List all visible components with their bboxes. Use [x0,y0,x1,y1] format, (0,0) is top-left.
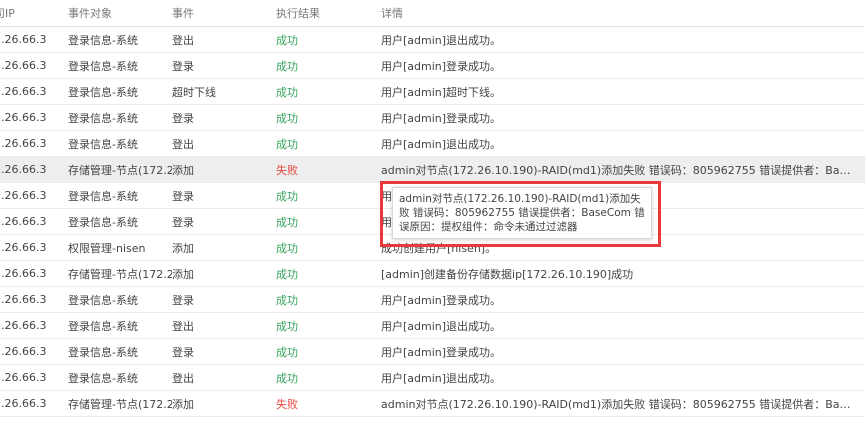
cell-result: 成功 [276,59,298,73]
table-row[interactable]: 2.26.66.3 登录信息-系统 登录 成功 用户[admin]登录成功。 [0,287,865,313]
cell-event: 登出 [172,371,194,385]
cell-ip: 2.26.66.3 [0,85,47,98]
cell-ip: 2.26.66.3 [0,241,47,254]
table-row[interactable]: 2.26.66.3 登录信息-系统 登录 成功 用户[admin]登录成功。 [0,105,865,131]
cell-ip: 2.26.66.3 [0,371,47,384]
cell-event: 添加 [172,241,194,255]
cell-ip: 2.26.66.3 [0,345,47,358]
table-row[interactable]: 2.26.66.3 存储管理-节点(172.2…添加 失败 admin对节点(172.… [0,391,865,417]
tooltip-text: admin对节点(172.26.10.190)-RAID(md1)添加失败 错误… [399,193,645,233]
cell-event: 登出 [172,33,194,47]
cell-detail[interactable]: 用户[admin]登录成功。 [381,292,856,308]
cell-event: 登录 [172,59,194,73]
cell-ip: 2.26.66.3 [0,59,47,72]
cell-ip: 2.26.66.3 [0,319,47,332]
cell-result: 失败 [276,397,298,411]
cell-target: 登录信息-系统 [68,137,138,151]
cell-event: 登录 [172,189,194,203]
cell-result: 失败 [276,163,298,177]
cell-result: 成功 [276,241,298,255]
table-row[interactable]: 2.26.66.3 登录信息-系统 登出 成功 用户[admin]退出成功。 [0,131,865,157]
cell-target: 登录信息-系统 [68,215,138,229]
cell-ip: 2.26.66.3 [0,397,47,410]
cell-target: 登录信息-系统 [68,319,138,333]
table-row[interactable]: 2.26.66.3 登录信息-系统 登录 成功 用户[admin]登录成功。 [0,339,865,365]
cell-target: 存储管理-节点(172.2… [68,397,172,411]
table-row[interactable]: 2.26.66.3 存储管理-节点(172.2…添加 成功 [admin]创建备份存储… [0,261,865,287]
table-row[interactable]: 2.26.66.3 登录信息-系统 登出 成功 用户[admin]退出成功。 [0,27,865,53]
cell-ip: 2.26.66.3 [0,267,47,280]
cell-event: 登录 [172,345,194,359]
cell-ip: 2.26.66.3 [0,215,47,228]
cell-ip: 2.26.66.3 [0,163,47,176]
cell-result: 成功 [276,345,298,359]
cell-event: 登录 [172,111,194,125]
table-row[interactable]: 2.26.66.3 存储管理-节点(172.2…添加 失败 admin对节点(172.… [0,157,865,183]
cell-result: 成功 [276,267,298,281]
table-row[interactable]: 2.26.66.3 登录信息-系统 登录 成功 用户[admin]登录成功。 [0,53,865,79]
cell-detail[interactable]: admin对节点(172.26.10.190)-RAID(md1)添加失败 错误… [381,396,856,412]
cell-event: 超时下线 [172,85,216,99]
cell-target: 登录信息-系统 [68,189,138,203]
table-row[interactable]: 2.26.66.3 登录信息-系统 超时下线 成功 用户[admin]超时下线。 [0,79,865,105]
column-header-ip[interactable]: 司IP [0,5,68,21]
cell-result: 成功 [276,293,298,307]
cell-event: 登出 [172,137,194,151]
cell-result: 成功 [276,189,298,203]
cell-result: 成功 [276,111,298,125]
cell-detail[interactable]: 用户[admin]退出成功。 [381,136,856,152]
cell-detail[interactable]: 用户[admin]退出成功。 [381,32,856,48]
cell-detail[interactable]: 成功创建用户[nisen]。 [381,240,856,256]
cell-event: 添加 [172,163,194,177]
cell-result: 成功 [276,371,298,385]
cell-detail[interactable]: 用户[admin]退出成功。 [381,318,856,334]
cell-detail[interactable]: 用户[admin]超时下线。 [381,84,856,100]
cell-target: 登录信息-系统 [68,33,138,47]
cell-event: 登录 [172,293,194,307]
cell-detail[interactable]: 用户[admin]登录成功。 [381,58,856,74]
cell-target: 登录信息-系统 [68,59,138,73]
cell-result: 成功 [276,33,298,47]
cell-ip: 2.26.66.3 [0,137,47,150]
cell-result: 成功 [276,85,298,99]
column-header-target[interactable]: 事件对象 [68,5,172,21]
cell-detail[interactable]: 用户[admin]登录成功。 [381,110,856,126]
cell-target: 登录信息-系统 [68,85,138,99]
cell-detail[interactable]: admin对节点(172.26.10.190)-RAID(md1)添加失败 错误… [381,162,856,178]
cell-ip: 2.26.66.3 [0,189,47,202]
cell-ip: 2.26.66.3 [0,293,47,306]
table-header: 司IP 事件对象 事件 执行结果 详情 [0,0,865,27]
cell-ip: 2.26.66.3 [0,33,47,46]
cell-result: 成功 [276,137,298,151]
cell-event: 添加 [172,267,194,281]
cell-target: 登录信息-系统 [68,293,138,307]
column-header-result[interactable]: 执行结果 [276,5,381,21]
column-header-detail[interactable]: 详情 [381,5,856,21]
cell-detail[interactable]: 用户[admin]退出成功。 [381,370,856,386]
table-row[interactable]: 2.26.66.3 登录信息-系统 登出 成功 用户[admin]退出成功。 [0,313,865,339]
cell-target: 权限管理-nisen [68,241,146,255]
cell-target: 存储管理-节点(172.2… [68,163,172,177]
cell-result: 成功 [276,215,298,229]
cell-target: 登录信息-系统 [68,371,138,385]
cell-result: 成功 [276,319,298,333]
cell-ip: 2.26.66.3 [0,111,47,124]
cell-target: 登录信息-系统 [68,345,138,359]
cell-event: 添加 [172,397,194,411]
cell-event: 登出 [172,319,194,333]
cell-detail[interactable]: 用户[admin]登录成功。 [381,344,856,360]
table-row[interactable]: 2.26.66.3 登录信息-系统 登出 成功 用户[admin]退出成功。 [0,365,865,391]
cell-detail[interactable]: [admin]创建备份存储数据ip[172.26.10.190]成功 [381,266,856,282]
cell-event: 登录 [172,215,194,229]
cell-target: 存储管理-节点(172.2… [68,267,172,281]
detail-tooltip: admin对节点(172.26.10.190)-RAID(md1)添加失败 错误… [392,187,652,239]
column-header-event[interactable]: 事件 [172,5,276,21]
cell-target: 登录信息-系统 [68,111,138,125]
